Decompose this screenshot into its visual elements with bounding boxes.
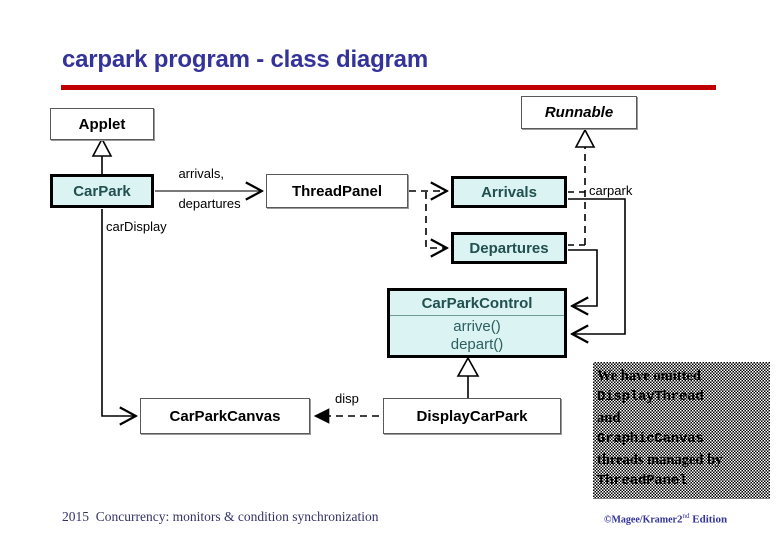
class-box-runnable[interactable]: Runnable [521, 96, 637, 129]
note-line-2: DisplayThread [597, 389, 704, 406]
class-name-displaycarpark: DisplayCarPark [416, 407, 528, 425]
class-name-arrivals: Arrivals [481, 183, 537, 201]
edge-carpark-carparkcanvas [101, 209, 135, 416]
slide-canvas: carpark program - class diagram Applet -… [0, 0, 780, 540]
operation-depart: depart() [450, 336, 504, 354]
note-line-3: and [597, 409, 621, 426]
footer-copyright-text: ©Magee/Kramer [604, 514, 677, 526]
edge-label-line-2: departures [178, 195, 241, 211]
class-name-threadpanel: ThreadPanel [291, 182, 383, 200]
footer-edition-ordinal: nd [682, 512, 690, 520]
note-line-5: threads managed by [597, 451, 723, 468]
class-box-threadpanel[interactable]: ThreadPanel [266, 174, 408, 208]
footer-copyright: ©Magee/Kramer2nd Edition [604, 512, 727, 525]
class-box-applet[interactable]: Applet [50, 108, 154, 140]
edge-label-line-1: arrivals, [178, 165, 224, 181]
class-name-carpark: CarPark [73, 182, 131, 200]
edge-label-disp: disp [335, 391, 359, 406]
class-name-departures: Departures [469, 239, 549, 257]
class-box-carparkcanvas[interactable]: CarParkCanvas [140, 398, 310, 434]
class-name-runnable: Runnable [544, 104, 614, 121]
note-line-6: ThreadPanel [597, 473, 688, 490]
edge-threadpanel-departures [425, 192, 446, 248]
class-box-carpark[interactable]: CarPark [50, 174, 154, 208]
edge-departures-carparkcontrol [568, 249, 598, 306]
class-box-displaycarpark[interactable]: DisplayCarPark [383, 398, 561, 434]
annotation-note: We have omitted DisplayThread and Graphi… [593, 362, 770, 499]
operation-arrive: arrive() [453, 318, 501, 335]
class-box-carparkcontrol[interactable]: CarParkControl arrive() depart() [387, 288, 567, 358]
class-name-carparkcontrol: CarParkControl [390, 291, 564, 316]
edge-label-cardisplay: carDisplay [106, 219, 167, 234]
note-line-4: GraphicCanvas [597, 431, 704, 448]
edge-label-arrivals-departures: arrivals, departures [164, 152, 241, 227]
footer-edition-word: Edition [689, 513, 728, 526]
class-box-arrivals[interactable]: Arrivals [451, 176, 567, 208]
class-operations-carparkcontrol: arrive() depart() [390, 316, 564, 355]
note-line-1: We have omitted [597, 368, 701, 384]
class-box-departures[interactable]: Departures [451, 232, 567, 264]
class-name-carparkcanvas: CarParkCanvas [169, 407, 281, 425]
edge-displaycarpark-carparkcontrol [456, 356, 480, 398]
edge-label-carpark-assoc: carpark [589, 183, 633, 198]
class-name-applet: Applet [78, 115, 126, 133]
footer-course-text: 2015 Concurrency: monitors & condition s… [62, 509, 379, 524]
edge-carpark-applet [91, 137, 113, 174]
